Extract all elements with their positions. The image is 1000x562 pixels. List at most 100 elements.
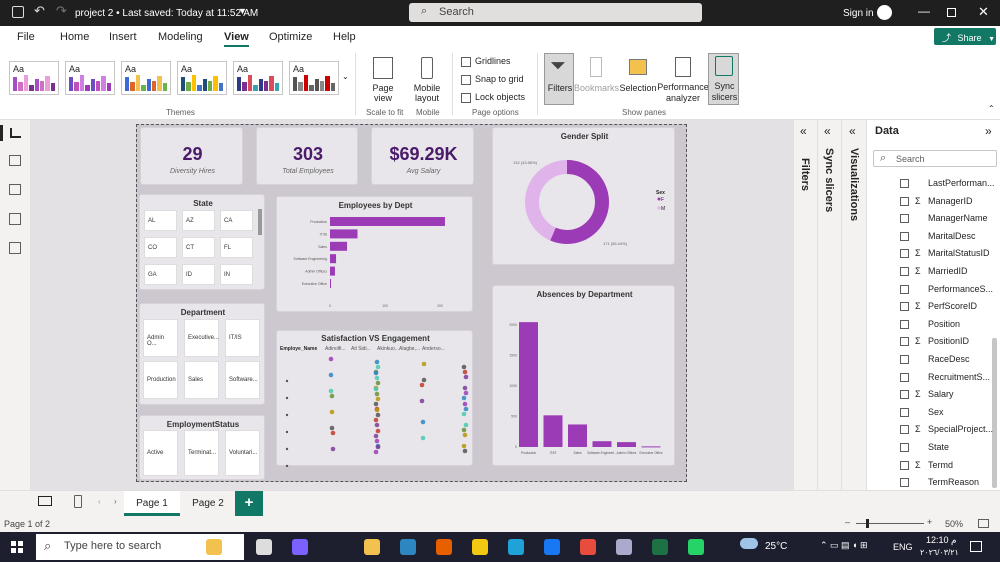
excel-icon[interactable] bbox=[652, 539, 668, 555]
field-item[interactable]: RaceDesc bbox=[900, 354, 1000, 371]
model-view-icon[interactable] bbox=[9, 184, 21, 195]
filters-pane-collapsed[interactable]: « Filters bbox=[793, 120, 817, 490]
filters-pane-button[interactable]: ⏷ Filters bbox=[544, 53, 574, 105]
slicer-tile[interactable]: Voluntari... bbox=[225, 430, 260, 476]
field-checkbox[interactable] bbox=[900, 196, 909, 206]
minimize-icon[interactable]: — bbox=[918, 4, 930, 18]
scatter-point[interactable] bbox=[329, 409, 335, 415]
slicer-tile[interactable]: Production bbox=[143, 361, 178, 399]
selection-pane-button[interactable]: Selection bbox=[619, 55, 657, 105]
field-item[interactable]: Σ MarriedID bbox=[900, 266, 1000, 283]
expand-sync-icon[interactable]: « bbox=[824, 124, 831, 138]
scatter-point[interactable] bbox=[329, 393, 335, 399]
scatter-point[interactable] bbox=[462, 432, 468, 438]
scatter-legend-entry[interactable]: Ait Sidi... bbox=[351, 346, 371, 352]
sync-slicers-pane-collapsed[interactable]: « Sync slicers bbox=[817, 120, 841, 490]
field-checkbox[interactable] bbox=[900, 179, 909, 188]
scatter-point[interactable] bbox=[462, 369, 468, 375]
scatter-point[interactable] bbox=[374, 422, 380, 428]
zoom-in-icon[interactable]: + bbox=[927, 517, 932, 527]
menu-modeling[interactable]: Modeling bbox=[158, 31, 203, 43]
dept-bar[interactable] bbox=[330, 279, 331, 288]
field-checkbox[interactable] bbox=[900, 249, 909, 259]
menu-optimize[interactable]: Optimize bbox=[269, 31, 312, 43]
field-checkbox[interactable] bbox=[900, 478, 909, 488]
scatter-point[interactable] bbox=[462, 448, 468, 454]
account-icon[interactable] bbox=[877, 5, 892, 20]
chrome-icon[interactable] bbox=[580, 539, 596, 555]
copilot-icon[interactable] bbox=[206, 539, 222, 555]
menu-view[interactable]: View bbox=[224, 31, 249, 47]
scatter-point[interactable] bbox=[328, 356, 334, 362]
snipping-icon[interactable] bbox=[616, 539, 632, 555]
power-bi-icon[interactable] bbox=[472, 539, 488, 555]
field-checkbox[interactable] bbox=[900, 372, 909, 382]
menu-file[interactable]: File bbox=[17, 31, 35, 43]
expand-filters-icon[interactable]: « bbox=[800, 124, 807, 138]
clock-time[interactable]: 12:10 م bbox=[926, 535, 957, 546]
field-checkbox[interactable] bbox=[900, 231, 909, 241]
scatter-point[interactable] bbox=[463, 374, 469, 380]
report-view-glyph[interactable] bbox=[10, 128, 21, 138]
field-item[interactable]: Σ MaritalStatusID bbox=[900, 248, 1000, 265]
tab-page-2[interactable]: Page 2 bbox=[181, 491, 235, 516]
theme-swatch[interactable]: Aa bbox=[289, 61, 339, 95]
gridlines-check[interactable] bbox=[461, 56, 471, 67]
slicer-tile[interactable]: CA bbox=[220, 210, 253, 231]
field-checkbox[interactable] bbox=[900, 302, 909, 312]
scatter-point[interactable] bbox=[462, 385, 468, 391]
field-checkbox[interactable] bbox=[900, 284, 909, 294]
scatter-point[interactable] bbox=[374, 359, 380, 365]
slicer-tile[interactable]: Active bbox=[143, 430, 178, 476]
scatter-point[interactable] bbox=[374, 391, 380, 397]
clock-date[interactable]: ٢٠٢٦/٠٣/٢١ bbox=[920, 548, 959, 557]
scatter-legend-entry[interactable]: Alagbe,... bbox=[399, 346, 420, 352]
scatter-point[interactable] bbox=[375, 428, 381, 434]
add-page-button[interactable]: + bbox=[235, 491, 263, 516]
scatter-point[interactable] bbox=[461, 443, 467, 449]
slicer-tile[interactable]: Software... bbox=[225, 361, 260, 399]
filters-pane-title[interactable]: Filters bbox=[799, 158, 811, 191]
theme-swatch[interactable]: Aa bbox=[233, 61, 283, 95]
gender-split-chart[interactable]: Gender Split 132 (43.56%) 171 (56.44%) S… bbox=[492, 127, 675, 265]
state-slicer[interactable]: State AL AZ CA CO CT FL GA ID IN bbox=[139, 194, 265, 290]
absence-bar[interactable] bbox=[641, 446, 661, 448]
slicer-tile[interactable]: Terminat... bbox=[184, 430, 219, 476]
task-view-icon[interactable] bbox=[256, 539, 272, 555]
theme-swatch[interactable]: Aa bbox=[65, 61, 115, 95]
slicer-tile[interactable]: AZ bbox=[182, 210, 215, 231]
prev-page-icon[interactable]: ‹ bbox=[98, 497, 101, 506]
redo-icon[interactable]: ↷ bbox=[56, 3, 67, 19]
absence-bar[interactable] bbox=[592, 441, 612, 447]
absence-bar[interactable] bbox=[519, 322, 538, 447]
scatter-point[interactable] bbox=[373, 386, 379, 392]
dax-query-icon[interactable] bbox=[9, 213, 21, 225]
slicer-tile[interactable]: Admin O... bbox=[143, 319, 178, 357]
notification-icon[interactable] bbox=[970, 541, 982, 552]
field-checkbox[interactable] bbox=[900, 425, 909, 435]
visualizations-pane-collapsed[interactable]: « Visualizations bbox=[841, 120, 866, 490]
scatter-point[interactable] bbox=[421, 361, 427, 367]
slicer-tile[interactable]: CO bbox=[144, 237, 177, 258]
page-view-button[interactable]: Page view bbox=[367, 55, 399, 105]
scatter-point[interactable] bbox=[375, 380, 381, 386]
store-icon[interactable] bbox=[400, 539, 416, 555]
mobile-view-icon[interactable] bbox=[74, 495, 82, 508]
scatter-point[interactable] bbox=[328, 388, 334, 394]
absences-by-dept-chart[interactable]: Absences by Department 0 500 1000 1500 2000 P… bbox=[492, 285, 675, 466]
bookmarks-pane-button[interactable]: Bookmarks bbox=[574, 55, 619, 105]
zoom-out-icon[interactable]: – bbox=[845, 517, 850, 527]
field-checkbox[interactable] bbox=[900, 355, 909, 364]
scatter-point[interactable] bbox=[463, 390, 469, 396]
menu-home[interactable]: Home bbox=[60, 31, 89, 43]
themes-expand-icon[interactable]: ⌄ bbox=[342, 72, 349, 81]
file-explorer-icon[interactable] bbox=[364, 539, 380, 555]
scatter-point[interactable] bbox=[461, 395, 467, 401]
system-tray-icons[interactable]: ⌃ ▭ ▤ ◖ ⊞ bbox=[820, 540, 868, 551]
slicer-tile[interactable]: FL bbox=[220, 237, 253, 258]
scatter-point[interactable] bbox=[373, 449, 379, 455]
scatter-legend-entry[interactable]: Akinkuo... bbox=[377, 346, 399, 352]
slicer-tile[interactable]: CT bbox=[182, 237, 215, 258]
slicer-tile[interactable]: ID bbox=[182, 264, 215, 285]
firefox-icon[interactable] bbox=[436, 539, 452, 555]
